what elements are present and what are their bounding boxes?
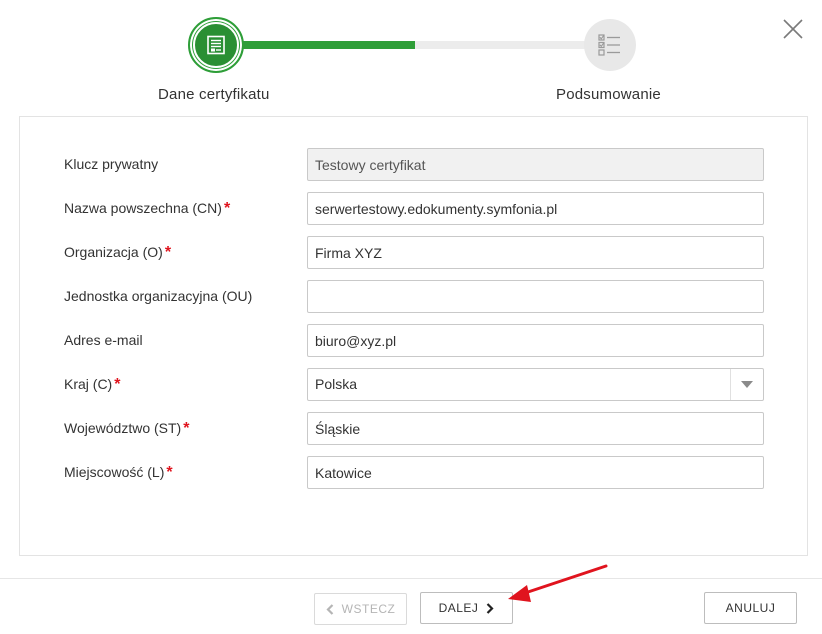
required-marker: * <box>183 420 190 437</box>
certificate-form: Klucz prywatny Nazwa powszechna (CN)* Or… <box>19 116 808 556</box>
back-button-label: WSTECZ <box>341 602 396 616</box>
required-marker: * <box>166 464 173 481</box>
organization-label: Organizacja (O) * <box>64 244 172 261</box>
field-row-organization: Organizacja (O) * <box>20 236 809 277</box>
email-input[interactable] <box>307 324 764 357</box>
step-1-indicator <box>188 17 244 73</box>
state-input[interactable] <box>307 412 764 445</box>
cancel-button[interactable]: ANULUJ <box>704 592 797 624</box>
step-progress-fill <box>230 41 415 49</box>
private-key-label: Klucz prywatny <box>64 156 159 172</box>
locality-label: Miejscowość (L) * <box>64 464 173 481</box>
field-row-private-key: Klucz prywatny <box>20 148 809 189</box>
state-label: Województwo (ST) * <box>64 420 190 437</box>
cancel-button-label: ANULUJ <box>725 601 776 615</box>
org-unit-label: Jednostka organizacyjna (OU) <box>64 288 253 304</box>
step-2-indicator <box>584 19 636 71</box>
next-button[interactable]: DALEJ <box>420 592 513 624</box>
checklist-icon <box>598 34 620 56</box>
private-key-input[interactable] <box>307 148 764 181</box>
field-row-common-name: Nazwa powszechna (CN) * <box>20 192 809 233</box>
select-dropdown-button[interactable] <box>730 369 763 400</box>
required-marker: * <box>223 200 231 217</box>
dialog-footer: WSTECZ DALEJ ANULUJ <box>0 578 822 634</box>
country-label: Kraj (C) * <box>64 376 121 393</box>
step-progress-track <box>230 41 600 49</box>
next-button-label: DALEJ <box>438 601 479 615</box>
common-name-label: Nazwa powszechna (CN) * <box>64 200 231 217</box>
field-row-email: Adres e-mail <box>20 324 809 365</box>
required-marker: * <box>164 244 172 261</box>
field-row-org-unit: Jednostka organizacyjna (OU) <box>20 280 809 321</box>
step-2-label: Podsumowanie <box>556 86 661 103</box>
organization-input[interactable] <box>307 236 764 269</box>
field-row-country: Kraj (C) * Polska <box>20 368 809 409</box>
common-name-input[interactable] <box>307 192 764 225</box>
field-row-state: Województwo (ST) * <box>20 412 809 453</box>
caret-down-icon <box>741 381 753 388</box>
back-button[interactable]: WSTECZ <box>314 593 407 625</box>
country-select[interactable]: Polska <box>307 368 764 401</box>
required-marker: * <box>114 376 121 393</box>
country-select-value: Polska <box>315 376 358 392</box>
email-label: Adres e-mail <box>64 332 143 348</box>
chevron-right-icon <box>487 602 494 614</box>
certificate-dialog: Dane certyfikatu Podsumowanie Klucz pryw… <box>0 0 822 634</box>
step-1-label: Dane certyfikatu <box>158 86 270 103</box>
org-unit-input[interactable] <box>307 280 764 313</box>
locality-input[interactable] <box>307 456 764 489</box>
field-row-locality: Miejscowość (L) * <box>20 456 809 497</box>
certificate-document-icon <box>207 35 225 55</box>
wizard-stepper: Dane certyfikatu Podsumowanie <box>0 0 822 115</box>
chevron-left-icon <box>326 603 333 615</box>
